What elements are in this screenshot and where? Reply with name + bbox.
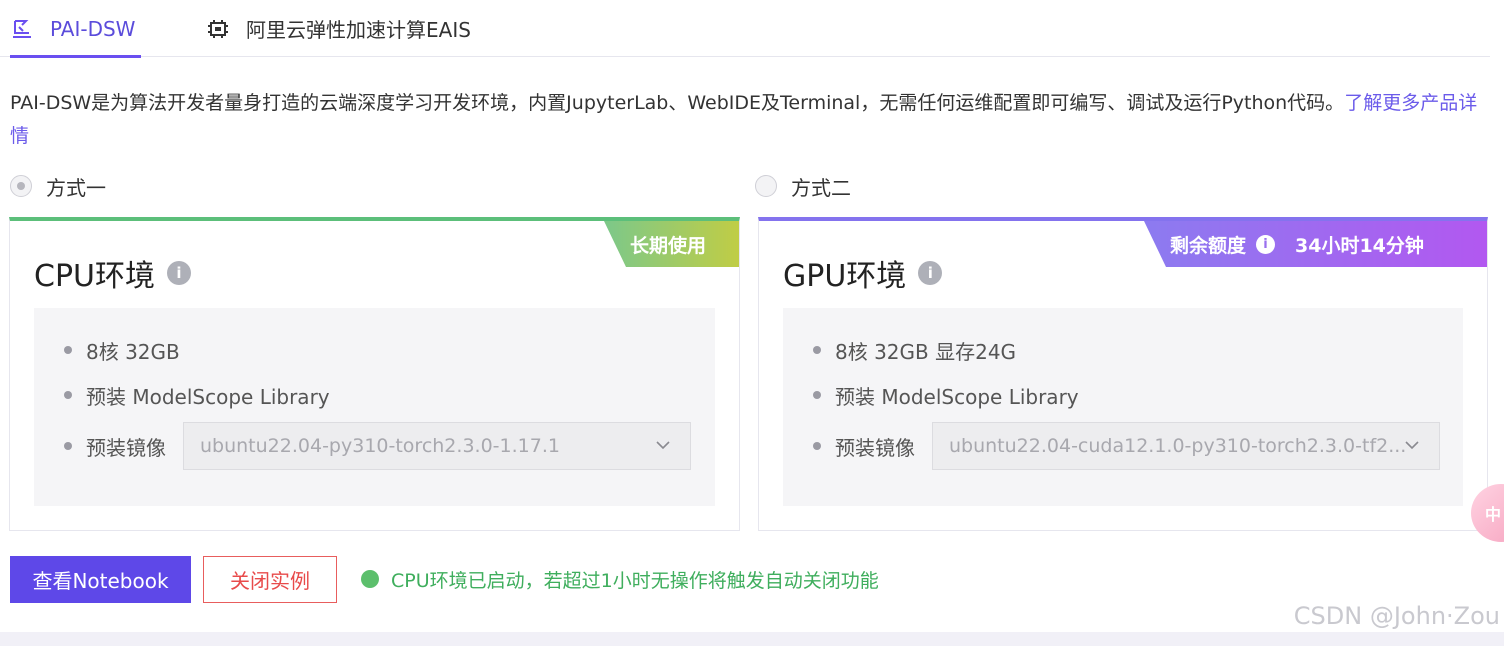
tab-bar: PAI-DSW 阿里云弹性加速计算EAIS xyxy=(0,0,1490,58)
radio-option-2[interactable]: 方式二 xyxy=(755,172,851,200)
image-select-value: ubuntu22.04-py310-torch2.3.0-1.17.1 xyxy=(200,435,560,457)
badge-text: 剩余额度 xyxy=(1170,234,1247,257)
description-text: PAI-DSW是为算法开发者量身打造的云端深度学习开发环境，内置JupyterL… xyxy=(10,92,1345,114)
chevron-down-icon xyxy=(656,441,670,450)
card-title-text: GPU环境 xyxy=(783,259,907,294)
bullet-icon xyxy=(813,442,821,450)
chip-icon xyxy=(208,19,228,38)
spec-text: 8核 32GB 显存24G xyxy=(835,339,1017,364)
spec-item: 8核 32GB xyxy=(64,335,180,365)
spec-panel: 8核 32GB 预装 ModelScope Library 预装镜像 ubunt… xyxy=(34,308,715,506)
image-select[interactable]: ubuntu22.04-cuda12.1.0-py310-torch2.3.0-… xyxy=(932,422,1440,470)
bullet-icon xyxy=(64,346,72,354)
long-term-badge: 长期使用 xyxy=(604,221,739,267)
watermark: CSDN @John·Zou xyxy=(1293,602,1500,630)
badge-value: 34小时14分钟 xyxy=(1295,234,1424,257)
radio-checked-icon xyxy=(10,175,32,197)
bullet-icon xyxy=(813,346,821,354)
image-select-value: ubuntu22.04-cuda12.1.0-py310-torch2.3.0-… xyxy=(949,435,1407,457)
bottom-strip xyxy=(0,632,1504,646)
spec-item: 预装镜像 xyxy=(64,431,166,461)
cpu-environment-card: 长期使用 CPU环境 i 8核 32GB 预装 ModelScope Libra… xyxy=(9,217,740,531)
tab-pai-dsw[interactable]: PAI-DSW xyxy=(10,0,141,58)
spec-text: 8核 32GB xyxy=(86,339,180,364)
spec-text: 预装 ModelScope Library xyxy=(86,384,330,409)
spec-item: 预装 ModelScope Library xyxy=(64,380,330,410)
info-icon[interactable]: i xyxy=(167,261,191,285)
radio-label: 方式一 xyxy=(46,175,106,200)
spec-panel: 8核 32GB 显存24G 预装 ModelScope Library 预装镜像… xyxy=(783,308,1463,506)
tab-eais[interactable]: 阿里云弹性加速计算EAIS xyxy=(206,0,471,57)
spec-text: 预装镜像 xyxy=(86,435,166,460)
image-select[interactable]: ubuntu22.04-py310-torch2.3.0-1.17.1 xyxy=(183,422,691,470)
status-text: CPU环境已启动，若超过1小时无操作将触发自动关闭功能 xyxy=(391,569,879,592)
info-icon[interactable]: i xyxy=(1256,234,1276,254)
bullet-icon xyxy=(813,391,821,399)
remaining-quota-badge: 剩余额度 i 34小时14分钟 xyxy=(1144,221,1487,267)
card-title: GPU环境 i xyxy=(783,251,943,295)
dsw-icon xyxy=(13,19,31,38)
radio-unchecked-icon xyxy=(755,175,777,197)
spec-item: 预装 ModelScope Library xyxy=(813,380,1079,410)
badge-text: 长期使用 xyxy=(630,234,707,257)
radio-option-1[interactable]: 方式一 xyxy=(10,172,106,200)
spec-item: 8核 32GB 显存24G xyxy=(813,335,1016,365)
float-chat-text: 中 xyxy=(1485,505,1502,524)
status-dot-icon xyxy=(361,570,379,588)
card-title: CPU环境 i xyxy=(34,251,191,295)
close-instance-button[interactable]: 关闭实例 xyxy=(203,556,337,603)
view-notebook-button[interactable]: 查看Notebook xyxy=(10,556,191,603)
chevron-down-icon xyxy=(1405,441,1419,450)
bullet-icon xyxy=(64,442,72,450)
tab-label: PAI-DSW xyxy=(50,16,136,41)
spec-text: 预装镜像 xyxy=(835,435,915,460)
product-description: PAI-DSW是为算法开发者量身打造的云端深度学习开发环境，内置JupyterL… xyxy=(10,87,1490,153)
info-icon[interactable]: i xyxy=(918,261,943,285)
spec-item: 预装镜像 xyxy=(813,431,915,461)
gpu-environment-card: 剩余额度 i 34小时14分钟 GPU环境 i 8核 32GB 显存24G 预装… xyxy=(758,217,1488,531)
spec-text: 预装 ModelScope Library xyxy=(835,384,1079,409)
radio-label: 方式二 xyxy=(791,175,851,200)
card-title-text: CPU环境 xyxy=(34,259,155,294)
bullet-icon xyxy=(64,391,72,399)
status-message: CPU环境已启动，若超过1小时无操作将触发自动关闭功能 xyxy=(361,566,879,592)
tab-label: 阿里云弹性加速计算EAIS xyxy=(246,18,471,42)
